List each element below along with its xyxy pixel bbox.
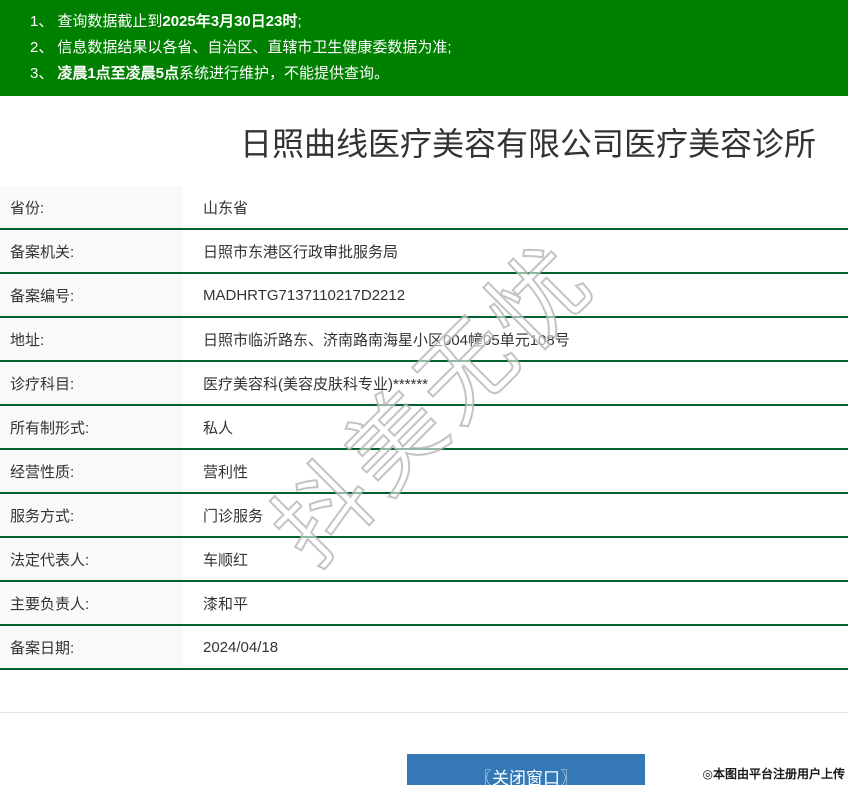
row-value: 日照市东港区行政审批服务局: [203, 243, 399, 261]
notice-text-segment: ;: [297, 13, 302, 30]
table-row: 所有制形式: 私人: [0, 406, 848, 450]
row-label: 备案日期:: [0, 626, 183, 668]
notice-line: 2、 信息数据结果以各省、自治区、直辖市卫生健康委数据为准;: [30, 35, 838, 61]
table-row: 省份: 山东省: [0, 186, 848, 230]
row-label: 地址:: [0, 318, 183, 360]
row-value: 门诊服务: [203, 507, 264, 525]
row-label: 经营性质:: [0, 450, 183, 492]
record-table: 省份: 山东省备案机关: 日照市东港区行政审批服务局备案编号: MADHRTG7137…: [0, 186, 848, 670]
table-row: 服务方式: 门诊服务: [0, 494, 848, 538]
row-label: 备案机关:: [0, 230, 183, 272]
row-label: 服务方式:: [0, 494, 183, 536]
notice-text-segment: 凌晨1点至凌晨5点: [57, 65, 180, 82]
notice-number: 1、: [30, 13, 54, 30]
notice-text-segment: 2025年3月30日23时: [162, 13, 298, 30]
row-value: 漆和平: [203, 595, 249, 613]
upload-note: ◎本图由平台注册用户上传: [702, 767, 845, 781]
notice-number: 2、: [30, 39, 54, 56]
row-label: 法定代表人:: [0, 538, 183, 580]
row-label: 备案编号:: [0, 274, 183, 316]
row-value: 2024/04/18: [203, 638, 279, 656]
row-value: 山东省: [203, 199, 249, 217]
notice-text-segment: 系统进行维护，不能提供查询。: [179, 65, 390, 82]
row-label: 主要负责人:: [0, 582, 183, 624]
table-row: 法定代表人: 车顺红: [0, 538, 848, 582]
notice-text-segment: 信息数据结果以各省、自治区、直辖市卫生健康委数据为准;: [57, 39, 452, 56]
notice-line: 1、 查询数据截止到2025年3月30日23时;: [30, 9, 838, 35]
row-value: 营利性: [203, 463, 249, 481]
page-title: 日照曲线医疗美容有限公司医疗美容诊所: [239, 126, 816, 162]
row-value: 日照市临沂路东、济南路南海星小区004幢05单元108号: [203, 331, 570, 349]
table-row: 地址: 日照市临沂路东、济南路南海星小区004幢05单元108号: [0, 318, 848, 362]
row-label: 省份:: [0, 186, 183, 228]
row-value: 私人: [203, 419, 234, 437]
row-label: 诊疗科目:: [0, 362, 183, 404]
row-value: 车顺红: [203, 551, 249, 569]
table-row: 备案日期: 2024/04/18: [0, 626, 848, 670]
table-row: 主要负责人: 漆和平: [0, 582, 848, 626]
table-row: 备案机关: 日照市东港区行政审批服务局: [0, 230, 848, 274]
table-empty-row: [0, 670, 848, 713]
notice-text-segment: 查询数据截止到: [57, 13, 163, 30]
table-row: 备案编号: MADHRTG7137110217D2212: [0, 274, 848, 318]
notice-line: 3、 凌晨1点至凌晨5点系统进行维护，不能提供查询。: [30, 61, 838, 87]
notice-header: 1、 查询数据截止到2025年3月30日23时; 2、 信息数据结果以各省、自治区、直…: [0, 0, 848, 96]
close-window-button[interactable]: 〖关闭窗口〗: [407, 754, 645, 785]
row-label: 所有制形式:: [0, 406, 183, 448]
row-value: 医疗美容科(美容皮肤科专业)******: [203, 375, 429, 393]
table-row: 诊疗科目: 医疗美容科(美容皮肤科专业)******: [0, 362, 848, 406]
notice-number: 3、: [30, 65, 54, 82]
table-row: 经营性质: 营利性: [0, 450, 848, 494]
row-value: MADHRTG7137110217D2212: [203, 286, 406, 304]
